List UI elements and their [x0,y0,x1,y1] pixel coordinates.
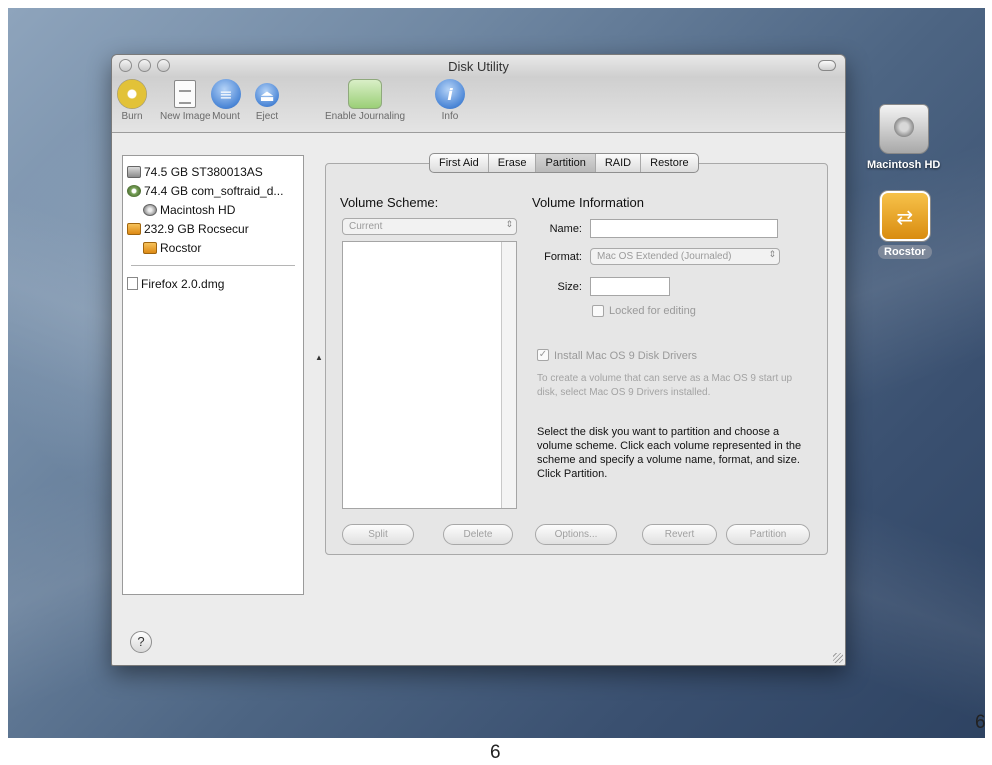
list-item-label: Macintosh HD [160,202,236,217]
list-item[interactable]: 232.9 GB Rocsecur [127,219,299,238]
tab-bar: First Aid Erase Partition RAID Restore [429,153,699,173]
toolbar-toggle-button[interactable] [818,60,836,71]
info-icon: i [435,79,465,109]
split-view-handle[interactable]: ▲ [315,353,323,362]
list-item[interactable]: 74.4 GB com_softraid_d... [127,181,299,200]
partition-instructions: Select the disk you want to partition an… [537,426,802,480]
format-select-value: Mac OS Extended (Journaled) [597,251,732,262]
partition-button[interactable]: Partition [726,524,810,545]
volume-icon [143,203,157,216]
revert-button[interactable]: Revert [642,524,717,545]
mount-icon: ≡ [211,79,241,109]
desktop-icon-rocstor[interactable]: Rocstor [878,191,932,259]
format-label: Format: [544,251,582,263]
desktop: Macintosh HD Rocstor Disk Utility Burn [8,8,985,738]
install-os9-drivers-label: Install Mac OS 9 Disk Drivers [554,350,698,362]
toolbar: Burn New Image ≡ Mount ⏏ Eject Enable Jo… [112,77,845,133]
options-button[interactable]: Options... [535,524,617,545]
external-firewire-drive-icon [879,191,930,241]
page-number: 6 [975,712,986,733]
disk-utility-window: Disk Utility Burn New Image ≡ Mount ⏏ Ej… [111,54,846,666]
tab-partition[interactable]: Partition [536,154,596,172]
desktop-icon-macintosh-hd[interactable]: Macintosh HD [861,104,946,172]
volume-scheme-heading: Volume Scheme: [340,195,439,210]
device-list[interactable]: 74.5 GB ST380013AS 74.4 GB com_softraid_… [122,155,304,595]
new-image-icon [170,79,200,109]
title-bar[interactable]: Disk Utility [112,55,845,77]
list-item[interactable]: Firefox 2.0.dmg [127,274,299,293]
volume-scheme-select-value: Current [349,221,383,232]
new-image-label: New Image [160,111,211,122]
burn-label: Burn [121,111,143,122]
select-arrows-icon: ⇕ [768,250,776,260]
enable-journaling-label: Enable Journaling [325,111,406,122]
volume-information-heading: Volume Information [532,195,645,210]
eject-icon: ⏏ [255,83,279,107]
volume-size-field[interactable] [590,277,670,296]
locked-for-editing-label: Locked for editing [609,305,696,317]
info-label: Info [441,111,459,122]
window-title: Disk Utility [448,59,509,74]
disk-image-icon [127,277,138,290]
journal-icon [348,79,383,109]
external-volume-icon [143,241,157,254]
tab-erase[interactable]: Erase [489,154,537,172]
info-button[interactable]: i Info [435,79,465,122]
burn-icon [117,79,147,109]
list-item-label: Firefox 2.0.dmg [141,276,225,291]
help-button[interactable]: ? [130,631,152,653]
page: Macintosh HD Rocstor Disk Utility Burn [0,0,992,765]
list-item-label: 232.9 GB Rocsecur [144,221,249,236]
tab-restore[interactable]: Restore [641,154,698,172]
list-item[interactable]: Rocstor [127,238,299,257]
locked-for-editing-checkbox[interactable] [592,305,604,317]
delete-button[interactable]: Delete [443,524,513,545]
select-arrows-icon: ⇕ [505,220,513,230]
burn-button[interactable]: Burn [117,79,147,122]
external-drive-icon [127,222,141,235]
resize-grip[interactable] [833,653,843,663]
volume-scheme-diagram[interactable] [342,241,517,509]
install-os9-drivers-checkbox[interactable]: ✓ [537,349,549,361]
internal-hard-drive-icon [878,104,929,154]
list-item[interactable]: Macintosh HD [127,200,299,219]
disc-icon [127,184,141,197]
desktop-icon-label: Macintosh HD [867,159,941,171]
list-item[interactable]: 74.5 GB ST380013AS [127,162,299,181]
split-button[interactable]: Split [342,524,414,545]
page-number: 6 [490,742,501,763]
size-label: Size: [557,281,582,293]
list-item-label: 74.5 GB ST380013AS [144,164,263,179]
mount-button[interactable]: ≡ Mount [211,79,241,122]
format-select[interactable]: Mac OS Extended (Journaled) ⇕ [590,248,780,265]
tab-first-aid[interactable]: First Aid [430,154,489,172]
name-label: Name: [549,223,582,235]
list-item-label: Rocstor [160,240,202,255]
volume-scheme-select[interactable]: Current ⇕ [342,218,517,235]
hard-drive-icon [127,165,141,178]
scheme-scrollbar[interactable] [501,242,516,508]
desktop-icon-label: Rocstor [878,245,932,259]
new-image-button[interactable]: New Image [160,79,211,122]
list-item-label: 74.4 GB com_softraid_d... [144,183,284,198]
tab-raid[interactable]: RAID [596,154,642,172]
eject-button[interactable]: ⏏ Eject [255,79,279,122]
eject-label: Eject [255,111,279,122]
drivers-help-text: To create a volume that can serve as a M… [537,373,793,398]
mount-label: Mount [212,111,240,122]
list-separator [131,265,295,266]
volume-name-field[interactable] [590,219,778,238]
enable-journaling-button[interactable]: Enable Journaling [325,79,405,122]
